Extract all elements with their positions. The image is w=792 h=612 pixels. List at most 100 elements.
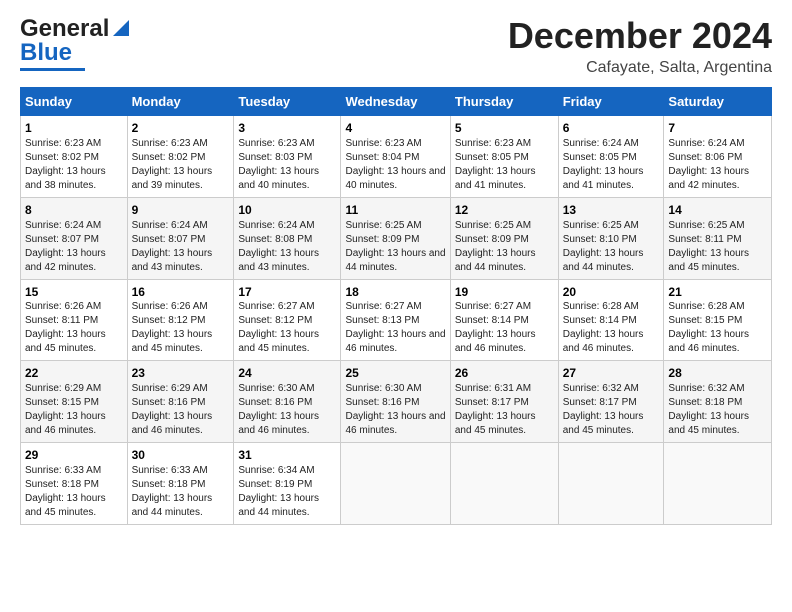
day-number: 18 [345,284,445,301]
col-sunday: Sunday [21,88,128,116]
day-number: 24 [238,365,336,382]
daylight-text: Daylight: 13 hours and 42 minutes. [25,247,123,275]
day-number: 8 [25,202,123,219]
sunset-text: Sunset: 8:15 PM [25,396,123,410]
sunrise-text: Sunrise: 6:27 AM [238,300,336,314]
daylight-text: Daylight: 13 hours and 38 minutes. [25,165,123,193]
daylight-text: Daylight: 13 hours and 45 minutes. [25,328,123,356]
logo-icon [111,16,133,38]
day-number: 20 [563,284,660,301]
sunrise-text: Sunrise: 6:24 AM [668,137,767,151]
day-number: 4 [345,120,445,137]
col-thursday: Thursday [450,88,558,116]
sunrise-text: Sunrise: 6:32 AM [563,382,660,396]
sunset-text: Sunset: 8:05 PM [563,151,660,165]
header: General Blue December 2024 Cafayate, Sal… [20,15,772,77]
sunset-text: Sunset: 8:02 PM [132,151,230,165]
daylight-text: Daylight: 13 hours and 45 minutes. [132,328,230,356]
calendar-cell-4-0: 29Sunrise: 6:33 AMSunset: 8:18 PMDayligh… [21,443,128,525]
sunset-text: Sunset: 8:04 PM [345,151,445,165]
sunset-text: Sunset: 8:14 PM [563,314,660,328]
sunrise-text: Sunrise: 6:26 AM [25,300,123,314]
col-tuesday: Tuesday [234,88,341,116]
logo-underline [20,68,85,71]
day-number: 29 [25,447,123,464]
daylight-text: Daylight: 13 hours and 43 minutes. [238,247,336,275]
sunrise-text: Sunrise: 6:30 AM [238,382,336,396]
sunset-text: Sunset: 8:17 PM [455,396,554,410]
calendar-week-2: 15Sunrise: 6:26 AMSunset: 8:11 PMDayligh… [21,279,772,361]
calendar-cell-2-1: 16Sunrise: 6:26 AMSunset: 8:12 PMDayligh… [127,279,234,361]
calendar-cell-0-1: 2Sunrise: 6:23 AMSunset: 8:02 PMDaylight… [127,116,234,198]
sunrise-text: Sunrise: 6:31 AM [455,382,554,396]
daylight-text: Daylight: 13 hours and 44 minutes. [563,247,660,275]
sunset-text: Sunset: 8:18 PM [668,396,767,410]
sunset-text: Sunset: 8:12 PM [132,314,230,328]
daylight-text: Daylight: 13 hours and 40 minutes. [238,165,336,193]
calendar-cell-3-5: 27Sunrise: 6:32 AMSunset: 8:17 PMDayligh… [558,361,664,443]
day-number: 23 [132,365,230,382]
daylight-text: Daylight: 13 hours and 46 minutes. [563,328,660,356]
day-number: 27 [563,365,660,382]
calendar-cell-2-3: 18Sunrise: 6:27 AMSunset: 8:13 PMDayligh… [341,279,450,361]
sunset-text: Sunset: 8:09 PM [455,233,554,247]
calendar-cell-0-3: 4Sunrise: 6:23 AMSunset: 8:04 PMDaylight… [341,116,450,198]
daylight-text: Daylight: 13 hours and 46 minutes. [25,410,123,438]
sunrise-text: Sunrise: 6:25 AM [345,219,445,233]
col-saturday: Saturday [664,88,772,116]
sunrise-text: Sunrise: 6:24 AM [25,219,123,233]
sunset-text: Sunset: 8:18 PM [25,478,123,492]
daylight-text: Daylight: 13 hours and 44 minutes. [132,492,230,520]
sunset-text: Sunset: 8:06 PM [668,151,767,165]
sunset-text: Sunset: 8:18 PM [132,478,230,492]
location-title: Cafayate, Salta, Argentina [508,59,772,77]
sunrise-text: Sunrise: 6:32 AM [668,382,767,396]
calendar-cell-0-6: 7Sunrise: 6:24 AMSunset: 8:06 PMDaylight… [664,116,772,198]
calendar-cell-4-1: 30Sunrise: 6:33 AMSunset: 8:18 PMDayligh… [127,443,234,525]
daylight-text: Daylight: 13 hours and 46 minutes. [668,328,767,356]
sunrise-text: Sunrise: 6:25 AM [668,219,767,233]
sunset-text: Sunset: 8:16 PM [132,396,230,410]
sunset-text: Sunset: 8:17 PM [563,396,660,410]
sunrise-text: Sunrise: 6:28 AM [563,300,660,314]
calendar-cell-2-4: 19Sunrise: 6:27 AMSunset: 8:14 PMDayligh… [450,279,558,361]
sunrise-text: Sunrise: 6:27 AM [345,300,445,314]
daylight-text: Daylight: 13 hours and 44 minutes. [345,247,445,275]
daylight-text: Daylight: 13 hours and 41 minutes. [563,165,660,193]
sunset-text: Sunset: 8:05 PM [455,151,554,165]
sunset-text: Sunset: 8:14 PM [455,314,554,328]
day-number: 26 [455,365,554,382]
sunrise-text: Sunrise: 6:33 AM [132,464,230,478]
sunrise-text: Sunrise: 6:23 AM [455,137,554,151]
daylight-text: Daylight: 13 hours and 44 minutes. [455,247,554,275]
col-monday: Monday [127,88,234,116]
sunrise-text: Sunrise: 6:26 AM [132,300,230,314]
logo: General Blue [20,15,133,71]
sunrise-text: Sunrise: 6:33 AM [25,464,123,478]
calendar-cell-3-4: 26Sunrise: 6:31 AMSunset: 8:17 PMDayligh… [450,361,558,443]
daylight-text: Daylight: 13 hours and 45 minutes. [563,410,660,438]
sunset-text: Sunset: 8:16 PM [345,396,445,410]
daylight-text: Daylight: 13 hours and 45 minutes. [668,247,767,275]
sunrise-text: Sunrise: 6:23 AM [345,137,445,151]
col-wednesday: Wednesday [341,88,450,116]
day-number: 3 [238,120,336,137]
calendar-week-1: 8Sunrise: 6:24 AMSunset: 8:07 PMDaylight… [21,197,772,279]
calendar-cell-1-1: 9Sunrise: 6:24 AMSunset: 8:07 PMDaylight… [127,197,234,279]
sunset-text: Sunset: 8:19 PM [238,478,336,492]
day-number: 31 [238,447,336,464]
day-number: 11 [345,202,445,219]
calendar-cell-4-6 [664,443,772,525]
sunset-text: Sunset: 8:11 PM [668,233,767,247]
calendar-week-0: 1Sunrise: 6:23 AMSunset: 8:02 PMDaylight… [21,116,772,198]
sunrise-text: Sunrise: 6:28 AM [668,300,767,314]
col-friday: Friday [558,88,664,116]
daylight-text: Daylight: 13 hours and 40 minutes. [345,165,445,193]
sunset-text: Sunset: 8:16 PM [238,396,336,410]
calendar-header-row: Sunday Monday Tuesday Wednesday Thursday… [21,88,772,116]
calendar-cell-4-5 [558,443,664,525]
sunrise-text: Sunrise: 6:24 AM [238,219,336,233]
calendar-cell-2-5: 20Sunrise: 6:28 AMSunset: 8:14 PMDayligh… [558,279,664,361]
calendar-cell-2-2: 17Sunrise: 6:27 AMSunset: 8:12 PMDayligh… [234,279,341,361]
sunset-text: Sunset: 8:13 PM [345,314,445,328]
